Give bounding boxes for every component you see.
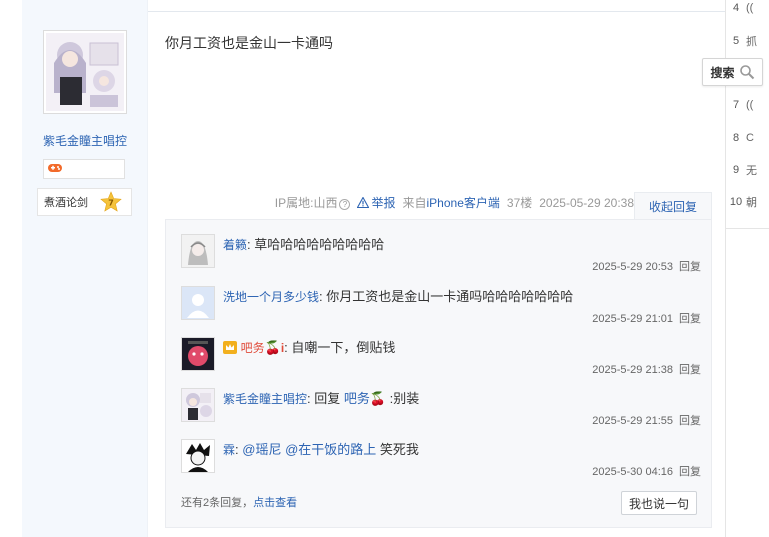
mention-link[interactable]: @瑶尼	[242, 442, 281, 457]
report-link[interactable]: 举报	[357, 194, 396, 211]
client-source[interactable]: 来自iPhone客户端	[403, 194, 500, 211]
reply-text: 紫毛金瞳主唱控: 回复 吧务🍒 :别装	[223, 391, 420, 406]
reply-panel: 着籁: 草哈哈哈哈哈哈哈哈哈 2025-5-29 20:53 回复 洗地一个月多少…	[165, 219, 712, 528]
member-badge	[43, 159, 125, 179]
reply-button[interactable]: 回复	[679, 415, 701, 427]
search-label: 搜索	[710, 65, 735, 80]
list-item[interactable]: 8C	[726, 128, 769, 148]
reply-username[interactable]: 吧务	[241, 341, 265, 355]
floor-number: 37楼	[506, 196, 533, 210]
list-item[interactable]: 5抓	[726, 31, 769, 51]
list-item[interactable]: 4((	[726, 0, 769, 18]
level-star-icon: 7	[100, 191, 122, 212]
report-label: 举报	[371, 196, 396, 210]
reply-meta: 2025-5-29 21:01 回复	[592, 313, 701, 325]
reply-username[interactable]: 紫毛金瞳主唱控	[223, 392, 307, 406]
reply-username[interactable]: 霖	[223, 443, 235, 457]
reply-username[interactable]: 洗地一个月多少钱	[223, 290, 319, 304]
author-avatar[interactable]	[43, 30, 127, 114]
reply-avatar[interactable]	[181, 234, 215, 268]
reply-text: 着籁: 草哈哈哈哈哈哈哈哈哈	[223, 237, 385, 252]
list-item[interactable]: 10 朝	[726, 192, 769, 212]
post-content: 你月工资也是金山一卡通吗	[165, 35, 333, 51]
list-item[interactable]: 7((	[726, 95, 769, 115]
gamepad-icon	[48, 162, 62, 176]
reply-avatar[interactable]	[181, 388, 215, 422]
reply-meta: 2025-5-30 04:16 回复	[592, 466, 701, 478]
warning-icon	[357, 197, 370, 208]
search-icon	[739, 65, 754, 80]
more-replies: 还有2条回复，点击查看	[181, 497, 298, 509]
reply-meta: 2025-5-29 20:53 回复	[592, 261, 701, 273]
reply-avatar[interactable]	[181, 439, 215, 473]
mention-link[interactable]: 吧务🍒	[344, 391, 386, 406]
search-button[interactable]: 搜索	[702, 58, 763, 86]
reply-button[interactable]: 回复	[679, 364, 701, 376]
level-number: 7	[108, 199, 114, 208]
reply-avatar[interactable]	[181, 337, 215, 371]
reply-username[interactable]: 着籁	[223, 238, 247, 252]
cherry-icon: 🍒	[264, 340, 281, 355]
reply-text: 洗地一个月多少钱: 你月工资也是金山一卡通吗哈哈哈哈哈哈哈	[223, 289, 574, 304]
reply-text: 吧务🍒i: 自嘲一下，倒贴钱	[223, 337, 395, 356]
view-more-link[interactable]: 点击查看	[253, 497, 297, 509]
post-tail: IP属地:山西? 举报 来自iPhone客户端 37楼 2025-05-29 2…	[275, 194, 634, 211]
add-reply-button[interactable]: 我也说一句	[621, 491, 697, 515]
author-username[interactable]: 紫毛金瞳主唱控	[22, 132, 148, 149]
vip-crown-icon	[223, 340, 237, 355]
post-datetime: 2025-05-29 20:38	[539, 195, 634, 210]
reply-avatar[interactable]	[181, 286, 215, 320]
list-item[interactable]: 9无	[726, 160, 769, 180]
reply-meta: 2025-5-29 21:55 回复	[592, 415, 701, 427]
level-name: 煮酒论剑	[44, 197, 88, 209]
mention-link[interactable]: @在干饭的路上	[285, 442, 376, 457]
ip-location: IP属地:山西?	[275, 194, 351, 211]
post-page: 紫毛金瞳主唱控 煮酒论剑 7 你月工资也是金山一卡通吗 IP属地:山西? 举报 …	[0, 0, 769, 537]
reply-meta: 2025-5-29 21:38 回复	[592, 364, 701, 376]
help-icon[interactable]: ?	[339, 199, 351, 210]
reply-button[interactable]: 回复	[679, 466, 701, 478]
reply-button[interactable]: 回复	[679, 261, 701, 273]
collapse-replies-button[interactable]: 收起回复	[634, 192, 712, 220]
hot-list: 4(( 5抓 6A 7(( 8C 9无 10朝	[726, 0, 769, 229]
level-badge[interactable]: 煮酒论剑 7	[37, 188, 132, 216]
reply-button[interactable]: 回复	[679, 313, 701, 325]
reply-text: 霖: @瑶尼 @在干饭的路上 笑死我	[223, 442, 419, 457]
